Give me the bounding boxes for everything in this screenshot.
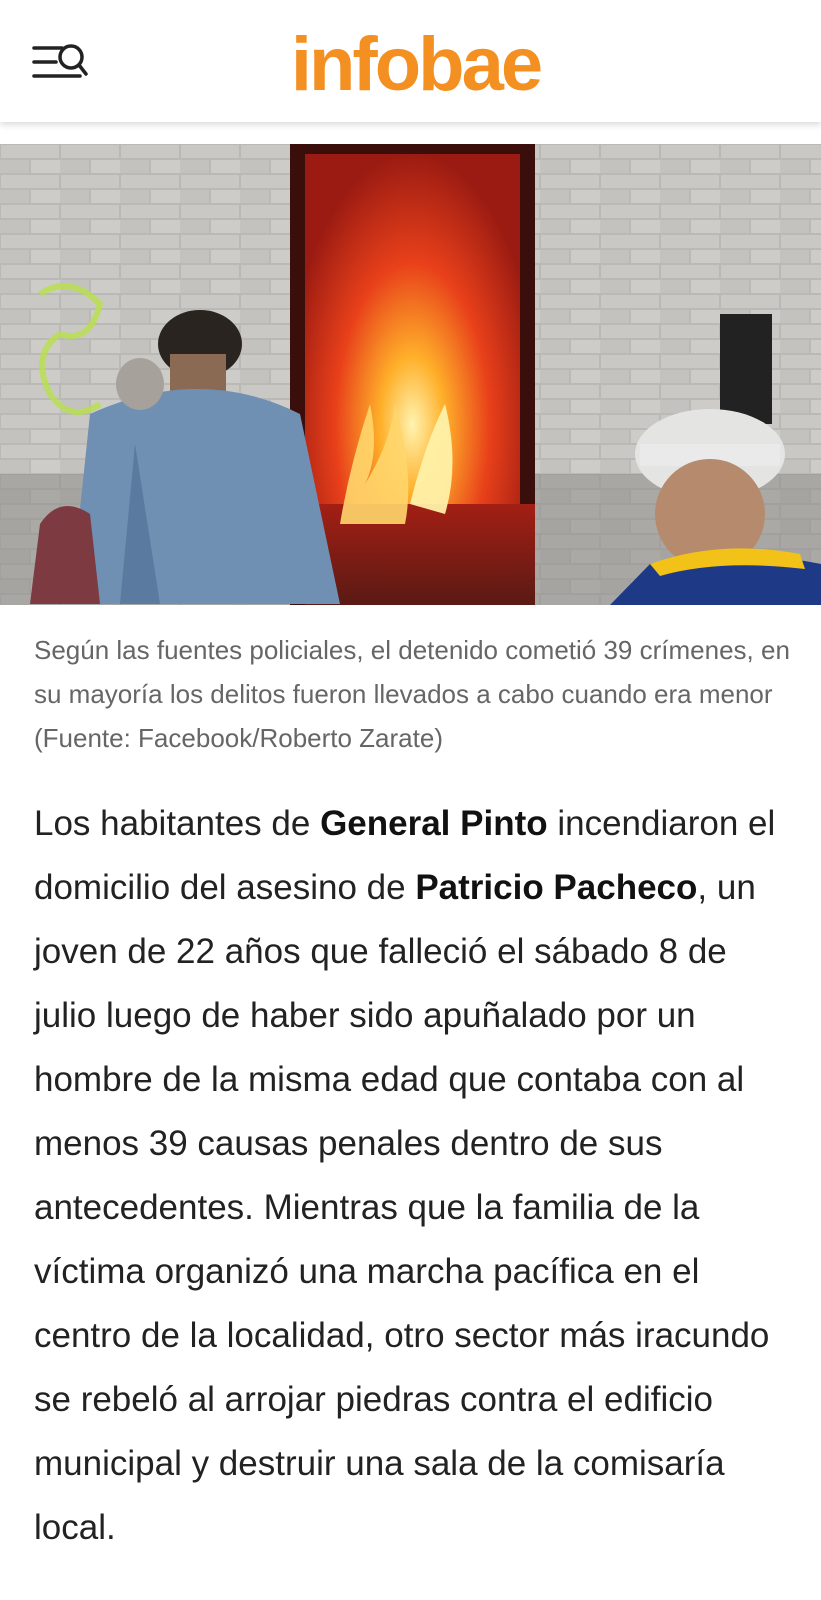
place-name-link: General Pinto [320, 804, 548, 843]
hero-image[interactable] [0, 144, 821, 605]
paragraph-text: , un joven de 22 años que falleció el sá… [34, 868, 770, 1547]
infobae-logo[interactable]: infobae [0, 22, 821, 108]
person-name: Patricio Pacheco [415, 868, 698, 907]
image-caption: Según las fuentes policiales, el detenid… [34, 635, 790, 753]
hero-photo [0, 144, 821, 605]
paragraph-text: Los habitantes de [34, 804, 321, 843]
logo-text: infobae [290, 22, 543, 107]
article-paragraph: Los habitantes de General Pinto incendia… [34, 792, 794, 1560]
site-header: infobae [0, 0, 821, 122]
